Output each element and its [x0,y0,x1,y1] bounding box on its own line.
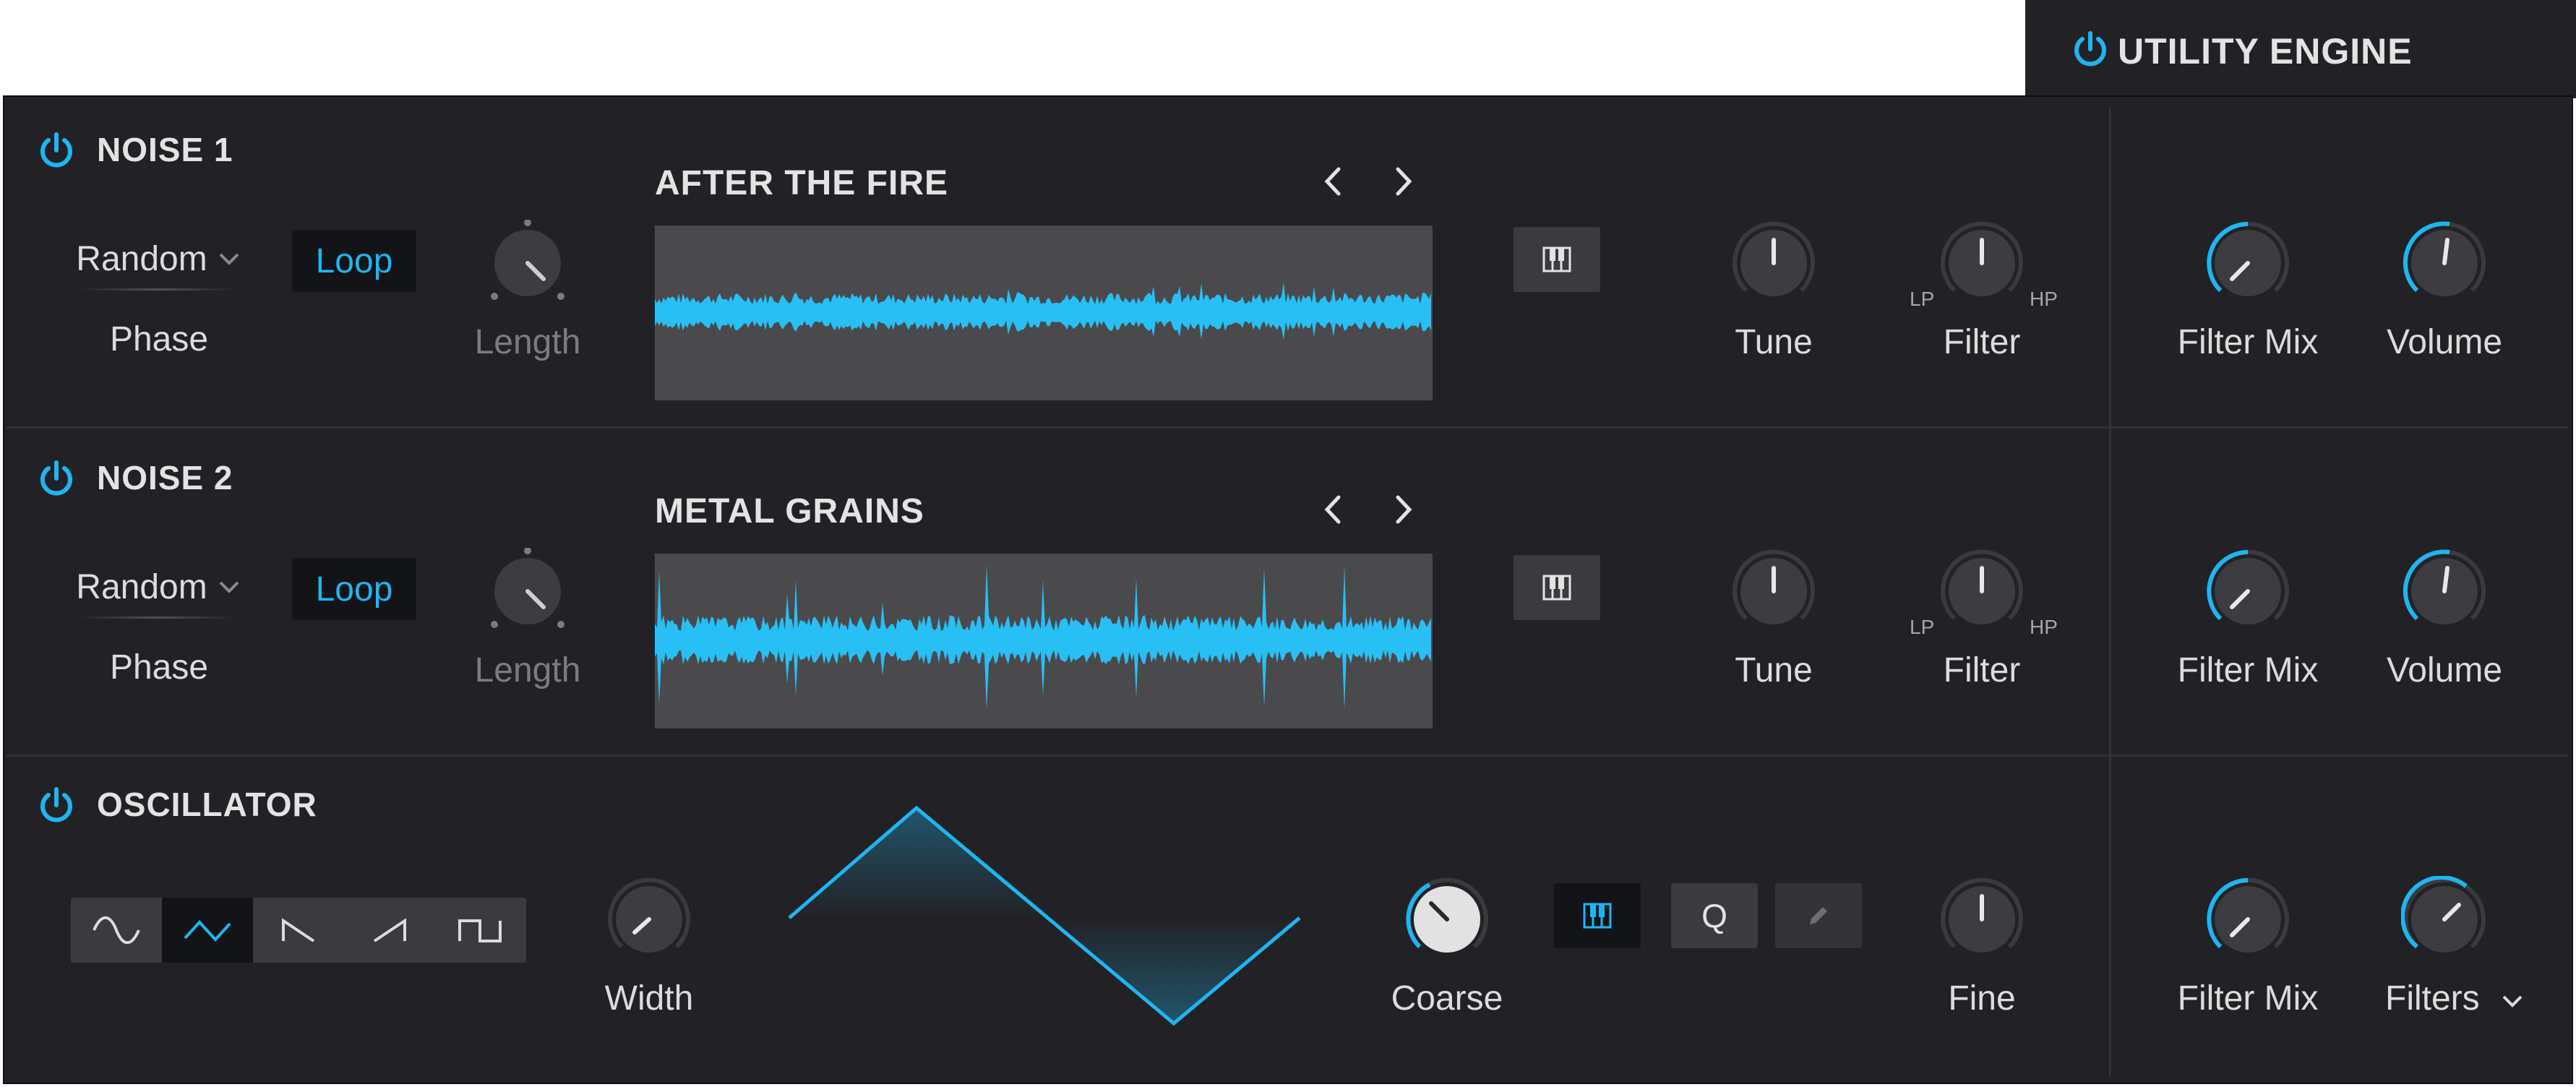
noise2-filter-lp: LP [1910,616,1935,638]
noise1-keyboard-button[interactable] [1514,227,1600,292]
noise2-filter-mix-label: Filter Mix [2177,651,2319,689]
noise2-phase-label: Phase [109,648,209,687]
noise2-loop-button[interactable]: Loop [292,558,416,620]
chevron-down-icon [219,581,239,593]
power-icon[interactable] [2070,29,2111,69]
ramp-down-icon [282,918,315,942]
saw-wave-icon [373,918,406,942]
noise2-next-icon[interactable] [1385,491,1421,528]
noise1-phase-label: Phase [109,320,209,358]
oscillator-fine-label: Fine [1948,979,2016,1018]
oscillator-wave-display [788,805,1301,1026]
keyboard-icon [1583,903,1612,929]
noise1-phase-mode: Random [76,239,207,278]
noise2-length-label: Length [474,651,581,689]
noise1-length-knob[interactable] [484,220,571,306]
noise2-tune-label: Tune [1735,651,1813,689]
shape-square[interactable] [435,898,526,963]
noise2-filter-label: Filter [1943,651,2021,689]
noise2-keyboard-button[interactable] [1514,555,1600,620]
noise1-length-label: Length [474,323,581,361]
noise1-filter-label: Filter [1943,323,2021,361]
triangle-wave-icon [184,920,231,942]
row-divider [6,426,2567,429]
row-divider [6,755,2567,757]
oscillator-filter-mix-knob[interactable] [2204,876,2291,963]
waveform-selector [71,898,526,963]
sine-wave-icon [93,916,140,945]
noise1-waveform [655,225,1433,400]
oscillator-title: OSCILLATOR [97,786,317,823]
keyboard-icon [1542,575,1571,601]
noise1-filter-mix-label: Filter Mix [2177,323,2319,361]
shape-ramp[interactable] [253,898,344,963]
noise1-filter-lp: LP [1910,288,1935,310]
oscillator-keyboard-button[interactable] [1554,883,1641,948]
noise2-title: NOISE 2 [97,459,233,497]
noise2-prev-icon[interactable] [1315,491,1352,528]
noise2-power-icon[interactable] [36,458,77,499]
noise2-length-knob[interactable] [484,548,571,635]
oscillator-draw-button[interactable] [1775,883,1862,948]
shape-triangle[interactable] [162,898,253,963]
noise1-next-icon[interactable] [1385,163,1421,199]
square-wave-icon [458,919,502,942]
oscillator-filters-knob[interactable] [2401,876,2488,963]
chevron-down-icon [219,253,239,265]
shape-sine[interactable] [71,898,162,963]
oscillator-coarse-label: Coarse [1391,979,1503,1018]
noise2-volume-knob[interactable] [2401,548,2488,635]
oscillator-quantize-button[interactable]: Q [1671,883,1758,948]
noise1-prev-icon[interactable] [1315,163,1352,199]
noise2-filter-mix-knob[interactable] [2204,548,2291,635]
noise1-loop-button[interactable]: Loop [292,230,416,292]
utility-engine-tab: UTILITY ENGINE [2025,0,2576,98]
pencil-icon [1810,907,1827,924]
oscillator-width-knob[interactable] [606,876,692,963]
noise1-filter-hp: HP [2030,288,2058,310]
column-divider [2109,108,2111,1077]
noise2-sample-name: METAL GRAINS [655,492,924,530]
noise2-phase-dropdown[interactable]: Random [72,558,246,619]
noise1-sample-name: AFTER THE FIRE [655,164,948,202]
noise2-tune-knob[interactable] [1730,548,1817,635]
noise2-filter-knob[interactable] [1939,548,2025,635]
noise1-filter-knob[interactable] [1939,220,2025,306]
oscillator-width-label: Width [604,979,694,1018]
noise2-waveform [655,554,1433,729]
oscillator-filters-dropdown[interactable]: Filters [2385,979,2544,1018]
noise1-volume-knob[interactable] [2401,220,2488,306]
noise2-volume-label: Volume [2386,651,2503,689]
oscillator-coarse-knob[interactable] [1404,876,1490,963]
noise1-filter-mix-knob[interactable] [2204,220,2291,306]
noise1-volume-label: Volume [2386,323,2503,361]
noise1-tune-label: Tune [1735,323,1813,361]
keyboard-icon [1542,246,1571,272]
noise1-title: NOISE 1 [97,131,233,168]
chevron-down-icon [2502,995,2523,1007]
oscillator-fine-knob[interactable] [1939,876,2025,963]
noise1-power-icon[interactable] [36,130,77,171]
engine-title: UTILITY ENGINE [2118,31,2413,72]
oscillator-filter-mix-label: Filter Mix [2177,979,2319,1018]
noise2-filter-hp: HP [2030,616,2058,638]
shape-saw[interactable] [344,898,435,963]
noise1-phase-dropdown[interactable]: Random [72,230,246,291]
noise1-tune-knob[interactable] [1730,220,1817,306]
oscillator-power-icon[interactable] [36,785,77,825]
oscillator-filters-label: Filters [2385,979,2480,1018]
noise2-phase-mode: Random [76,567,207,606]
